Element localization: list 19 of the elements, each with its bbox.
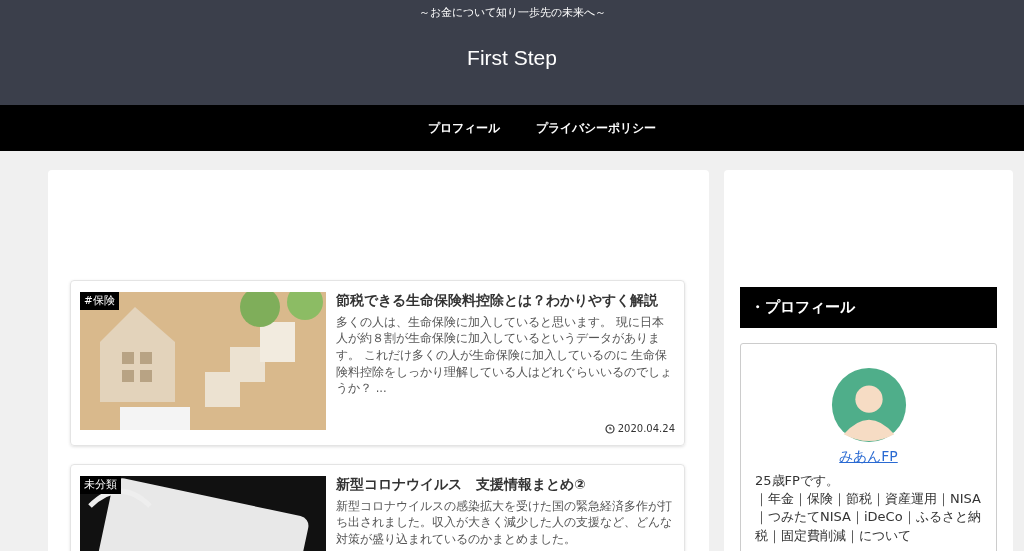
site-title[interactable]: First Step: [467, 46, 557, 70]
category-label[interactable]: #保険: [80, 292, 119, 310]
category-label[interactable]: 未分類: [80, 476, 121, 494]
article-card[interactable]: 未分類 新型コロナウイルス 支援情報まとめ② 新型コロナウイルスの感染拡大を受けた国の緊急経済多作が打ち出されました。収入が大きく減少した人の支援など、どんな対策が盛り込まれているのかまとめました。: [70, 464, 685, 551]
nav-link[interactable]: プライバシーポリシー: [536, 119, 656, 137]
post-date: 2020.04.24: [617, 423, 675, 434]
article-excerpt: 多くの人は、生命保険に加入していると思います。 現に日本人が約８割が生命保険に加入しているというデータがあります。 これだけ多くの人が生命保険に加入しているのに 生命保険料控除をしっかり理解している人はどれぐらいいるのでしょうか？ ...: [336, 313, 673, 397]
article-excerpt: 新型コロナウイルスの感染拡大を受けた国の緊急経済多作が打ち出されました。収入が大きく減少した人の支援など、どんな対策が盛り込まれているのかまとめました。: [336, 497, 673, 548]
profile-name-link[interactable]: みあんFP: [839, 448, 898, 466]
article-title[interactable]: 新型コロナウイルス 支援情報まとめ②: [336, 476, 675, 494]
site-tagline: ～お金について知り一歩先の未来へ～: [418, 5, 606, 20]
profile-bio: ｜年金｜保険｜節税｜資産運用｜NISA｜つみたてNISA｜iDeCo｜ふるさと納税｜固定費削減｜について: [755, 490, 982, 545]
widget-heading: ・プロフィール: [740, 287, 997, 328]
article-card[interactable]: #保険 節税できる生命保険料控除とは？わかりやすく解説 多くの人は、生命保険に加入していると思います。 現に日本人が約８割が生命保険に加入しているというデータがあります。 これだけ多くの人が生命保険に加入しているのに 生命保険料控除をしっかり理解している人はどれぐらいいるのでしょうか？ ... 2020.04.24: [70, 280, 685, 446]
profile-bio: 25歳FPです。: [755, 472, 840, 490]
article-title[interactable]: 節税できる生命保険料控除とは？わかりやすく解説: [336, 292, 675, 310]
avatar-icon: [829, 366, 908, 444]
nav-link[interactable]: プロフィール: [428, 119, 500, 137]
clock-icon: [604, 423, 615, 434]
